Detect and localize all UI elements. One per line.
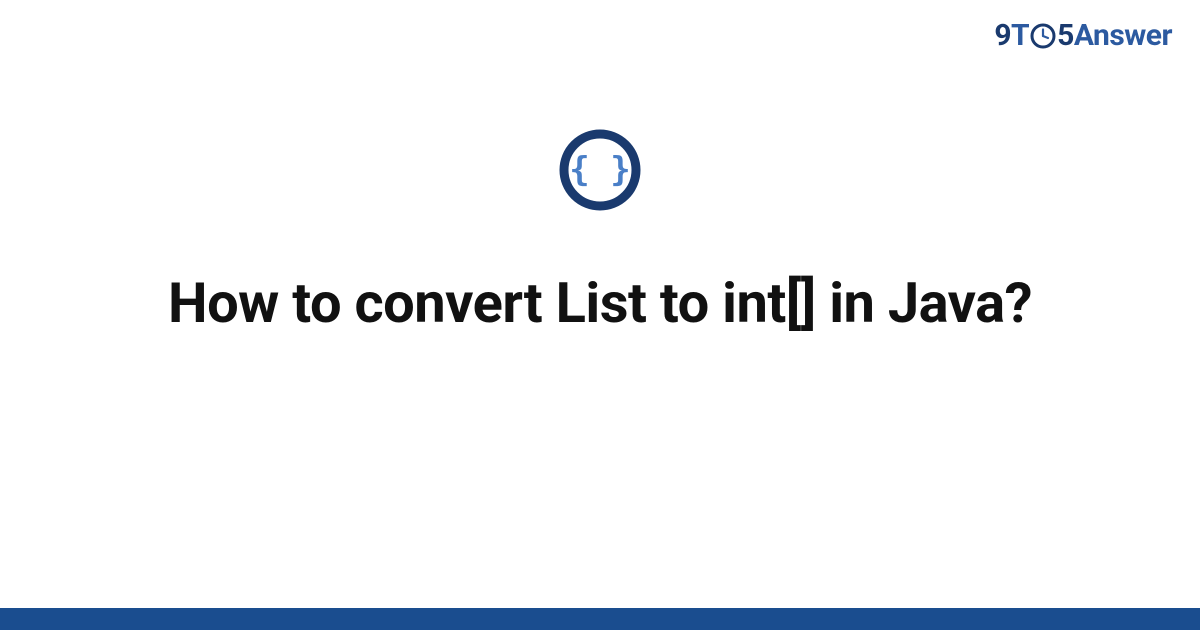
logo-text-t: T	[1011, 18, 1029, 53]
site-logo: 9 T 5 Answer	[994, 18, 1172, 53]
main-content: { } How to convert List to int[] in Java…	[0, 0, 1200, 630]
logo-text-9: 9	[994, 18, 1011, 53]
svg-text:{ }: { }	[569, 150, 630, 190]
logo-text-5: 5	[1057, 18, 1074, 53]
page-card: 9 T 5 Answer { } How to convert List to …	[0, 0, 1200, 630]
header: 9 T 5 Answer	[994, 18, 1172, 53]
footer-accent-bar	[0, 608, 1200, 630]
clock-o-icon	[1030, 23, 1056, 49]
question-title: How to convert List to int[] in Java?	[168, 268, 1032, 338]
code-braces-icon: { }	[558, 128, 642, 212]
logo-text-answer: Answer	[1074, 18, 1172, 53]
